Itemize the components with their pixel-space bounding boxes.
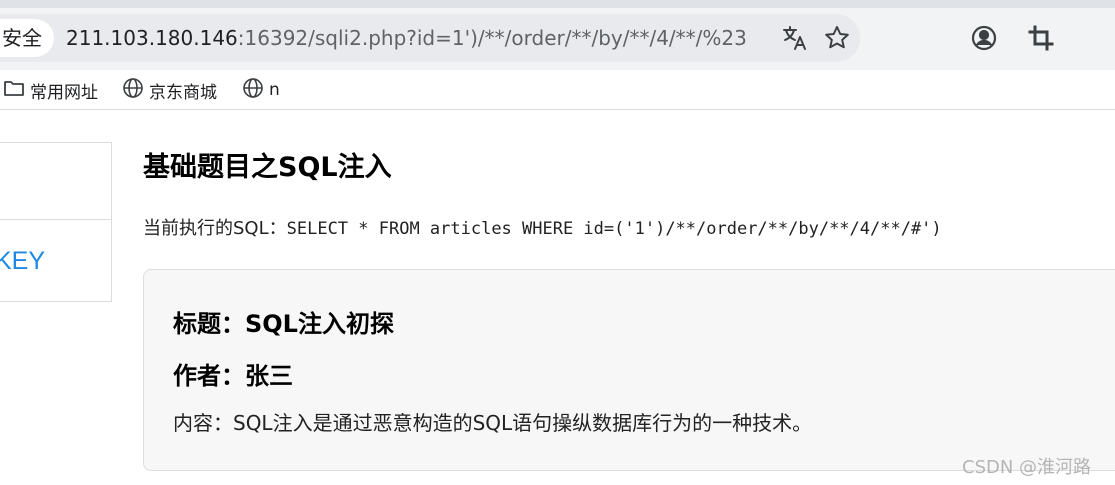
sql-prefix-label: 当前执行的SQL： <box>143 218 287 239</box>
tab-strip <box>0 0 1115 8</box>
translate-icon[interactable] <box>781 24 809 52</box>
globe-icon <box>122 77 149 104</box>
bookmark-label: n <box>269 80 280 100</box>
browser-toolbar: 安全 211.103.180.146:16392/sqli2.php?id=1'… <box>0 0 1115 70</box>
url-path: :16392/sqli2.php?id=1')/**/order/**/by/*… <box>237 26 747 50</box>
folder-icon <box>3 78 30 103</box>
bookmark-label: 京东商城 <box>149 82 217 103</box>
bookmark-folder-common[interactable]: 常用网址 <box>3 78 98 103</box>
sidebar-link-key[interactable]: KEY <box>0 247 45 276</box>
bookmarks-bar: 常用网址 京东商城 n <box>0 70 1115 110</box>
sidebar-panel: KEY <box>0 142 112 302</box>
url-host: 211.103.180.146 <box>66 26 238 50</box>
bookmark-jd[interactable]: 京东商城 <box>122 77 217 104</box>
article-title: 标题：SQL注入初探 <box>173 310 394 338</box>
article-author: 作者：张三 <box>173 362 293 390</box>
sql-query-text: SELECT * FROM articles WHERE id=('1')/**… <box>286 219 942 239</box>
sidebar-divider <box>0 219 111 220</box>
bookmark-n[interactable]: n <box>242 77 280 104</box>
article-card: 标题：SQL注入初探 作者：张三 内容：SQL注入是通过恶意构造的SQL语句操纵… <box>143 269 1115 471</box>
globe-icon <box>242 77 269 104</box>
security-chip[interactable]: 安全 <box>0 19 54 57</box>
account-icon[interactable] <box>970 24 998 52</box>
article-content: 内容：SQL注入是通过恶意构造的SQL语句操纵数据库行为的一种技术。 <box>173 411 813 435</box>
star-icon[interactable] <box>823 24 851 52</box>
crop-icon[interactable] <box>1027 24 1055 52</box>
page-title: 基础题目之SQL注入 <box>143 152 392 183</box>
url-text[interactable]: 211.103.180.146:16392/sqli2.php?id=1')/*… <box>66 24 747 52</box>
bookmark-label: 常用网址 <box>30 82 98 103</box>
executed-sql-line: 当前执行的SQL：SELECT * FROM articles WHERE id… <box>143 214 942 240</box>
watermark-text: CSDN @淮河路 <box>962 457 1092 478</box>
